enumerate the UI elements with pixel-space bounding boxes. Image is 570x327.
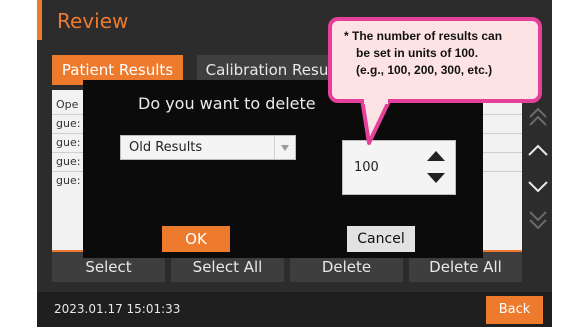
annotation-callout: * The number of results can be set in un…	[328, 17, 542, 103]
dialog-question: Do you want to delete	[138, 94, 316, 113]
callout-line: be set in units of 100.	[356, 46, 479, 60]
scroll-top-button[interactable]	[523, 100, 552, 133]
list-item[interactable]: gue:	[56, 136, 80, 149]
datetime-display: 2023.01.17 15:01:33	[54, 302, 181, 316]
scroll-down-button[interactable]	[523, 170, 552, 203]
list-item[interactable]: gue:	[56, 117, 80, 130]
callout-line: (e.g., 100, 200, 300, etc.)	[356, 63, 493, 77]
scroll-up-button[interactable]	[523, 133, 552, 166]
dropdown-arrow-icon	[274, 136, 295, 159]
select-value: Old Results	[129, 140, 203, 155]
footer-bar: 2023.01.17 15:01:33 Back	[37, 292, 552, 327]
delete-dialog: Do you want to delete Old Results 100 OK…	[83, 80, 483, 258]
decrement-arrow-icon[interactable]	[427, 173, 445, 183]
callout-pointer	[360, 99, 392, 145]
double-chevron-down-icon	[528, 210, 547, 229]
chevron-up-icon	[527, 144, 548, 156]
cancel-button[interactable]: Cancel	[347, 226, 415, 252]
double-chevron-up-icon	[528, 107, 547, 126]
callout-line: * The number of results can	[344, 29, 503, 43]
ok-button[interactable]: OK	[162, 226, 230, 252]
stepper-value: 100	[354, 160, 379, 175]
list-item[interactable]: gue:	[56, 155, 80, 168]
list-item[interactable]: Ope	[56, 98, 78, 111]
title-accent-bar	[37, 0, 42, 40]
scroll-bottom-button[interactable]	[523, 203, 552, 236]
result-count-stepper[interactable]: 100	[342, 140, 456, 195]
chevron-down-icon	[527, 180, 548, 192]
results-type-select[interactable]: Old Results	[120, 135, 296, 160]
back-button[interactable]: Back	[486, 296, 543, 324]
increment-arrow-icon[interactable]	[427, 151, 445, 161]
list-item[interactable]: gue:	[56, 174, 80, 187]
page-title: Review	[57, 9, 129, 33]
